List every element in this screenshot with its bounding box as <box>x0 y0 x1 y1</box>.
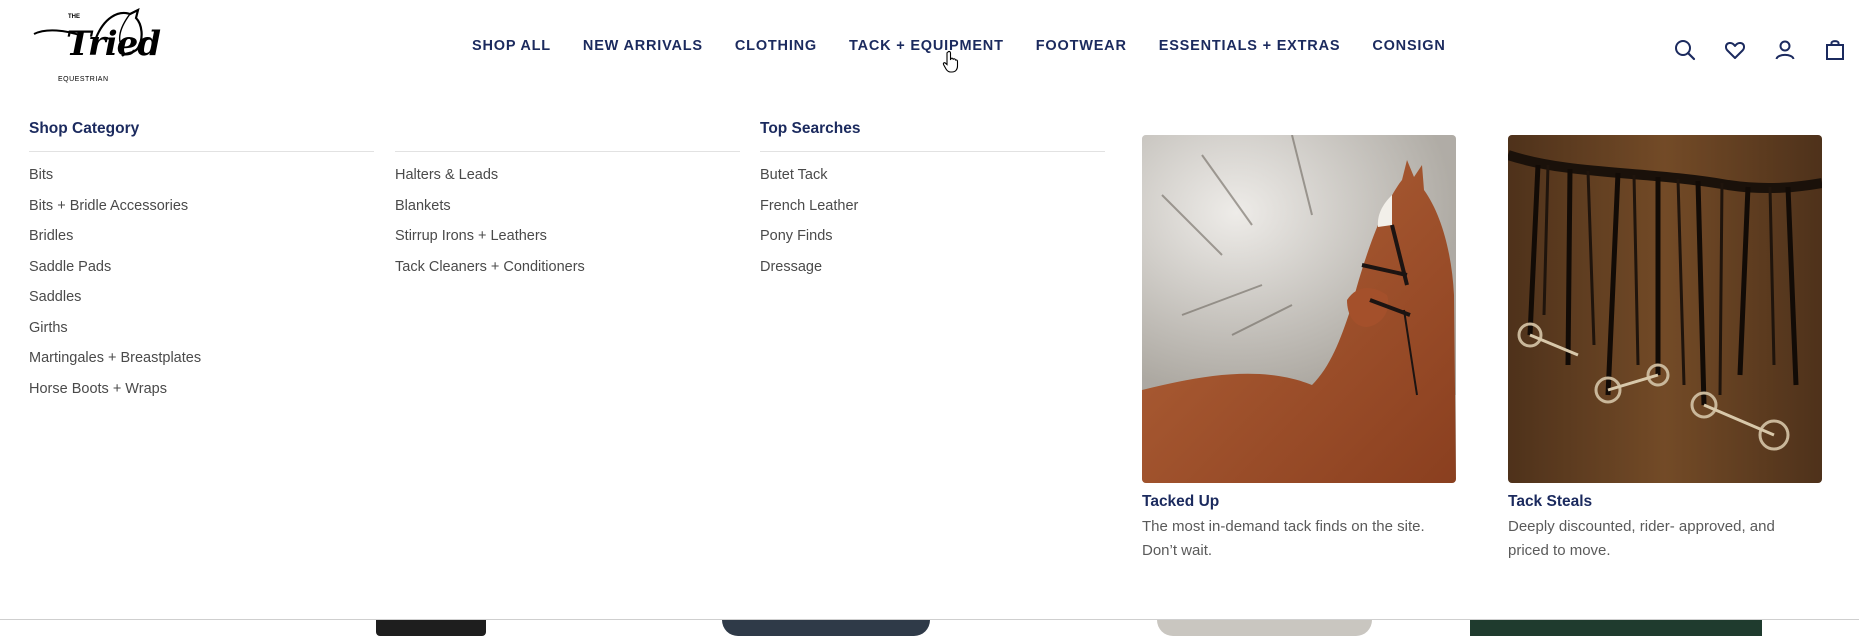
header-icons <box>1659 38 1859 62</box>
promo-card-tack-steals[interactable]: Tack Steals Deeply discounted, rider- ap… <box>1508 135 1822 563</box>
link-bridles[interactable]: Bridles <box>29 226 201 257</box>
link-halters-leads[interactable]: Halters & Leads <box>395 165 585 196</box>
top-searches-list: Butet Tack French Leather Pony Finds Dre… <box>760 165 858 287</box>
link-pony-finds[interactable]: Pony Finds <box>760 226 858 257</box>
product-image-peek <box>376 620 486 636</box>
promo-card-tacked-up[interactable]: Tacked Up The most in-demand tack finds … <box>1142 135 1456 563</box>
link-saddles[interactable]: Saddles <box>29 287 201 318</box>
account-icon[interactable] <box>1773 38 1797 62</box>
link-french-leather[interactable]: French Leather <box>760 196 858 227</box>
nav-clothing[interactable]: CLOTHING <box>735 38 817 54</box>
shop-category-divider-2 <box>395 151 740 152</box>
nav-tack-equipment[interactable]: TACK + EQUIPMENT <box>849 38 1004 54</box>
top-searches-divider <box>760 151 1105 152</box>
logo-wordmark: Tried <box>66 24 161 64</box>
link-blankets[interactable]: Blankets <box>395 196 585 227</box>
link-butet-tack[interactable]: Butet Tack <box>760 165 858 196</box>
hand-cursor-icon <box>942 50 959 73</box>
search-icon[interactable] <box>1673 38 1697 62</box>
nav-shop-all[interactable]: SHOP ALL <box>472 38 551 54</box>
product-image-peek <box>722 620 930 636</box>
top-searches-heading: Top Searches <box>760 120 861 137</box>
shop-category-heading: Shop Category <box>29 120 140 137</box>
shop-category-divider <box>29 151 374 152</box>
promo-desc-line: Deeply discounted, rider- approved, and <box>1508 518 1775 535</box>
horse-photo[interactable] <box>1142 135 1456 483</box>
heart-icon[interactable] <box>1723 38 1747 62</box>
nav-footwear[interactable]: FOOTWEAR <box>1036 38 1127 54</box>
link-stirrup-irons-leathers[interactable]: Stirrup Irons + Leathers <box>395 226 585 257</box>
link-tack-cleaners-conditioners[interactable]: Tack Cleaners + Conditioners <box>395 257 585 288</box>
bag-icon[interactable] <box>1823 38 1847 62</box>
link-bits-bridle-accessories[interactable]: Bits + Bridle Accessories <box>29 196 201 227</box>
nav-new-arrivals[interactable]: NEW ARRIVALS <box>583 38 703 54</box>
link-horse-boots-wraps[interactable]: Horse Boots + Wraps <box>29 379 201 410</box>
promo-title[interactable]: Tacked Up <box>1142 493 1456 511</box>
nav-consign[interactable]: CONSIGN <box>1372 38 1445 54</box>
bridles-photo[interactable] <box>1508 135 1822 483</box>
site-logo[interactable]: THE Tried EQUESTRIAN <box>26 8 161 88</box>
logo-the-text: THE <box>68 14 80 20</box>
promo-description: The most in-demand tack finds on the sit… <box>1142 515 1456 563</box>
promo-desc-line: The most in-demand tack finds on the sit… <box>1142 518 1425 535</box>
link-saddle-pads[interactable]: Saddle Pads <box>29 257 201 288</box>
shop-category-list-1: Bits Bits + Bridle Accessories Bridles S… <box>29 165 201 409</box>
main-nav: SHOP ALL NEW ARRIVALS CLOTHING TACK + EQ… <box>472 38 1478 54</box>
link-dressage[interactable]: Dressage <box>760 257 858 288</box>
promo-title[interactable]: Tack Steals <box>1508 493 1822 511</box>
shop-category-list-2: Halters & Leads Blankets Stirrup Irons +… <box>395 165 585 287</box>
promo-desc-line: Don’t wait. <box>1142 542 1213 559</box>
link-bits[interactable]: Bits <box>29 165 201 196</box>
promo-desc-line: priced to move. <box>1508 542 1611 559</box>
product-image-peek <box>1470 620 1762 636</box>
nav-essentials-extras[interactable]: ESSENTIALS + EXTRAS <box>1159 38 1341 54</box>
link-girths[interactable]: Girths <box>29 318 201 349</box>
logo-subtitle: EQUESTRIAN <box>58 76 109 83</box>
site-header: THE Tried EQUESTRIAN SHOP ALL NEW ARRIVA… <box>0 0 1859 96</box>
promo-description: Deeply discounted, rider- approved, and … <box>1508 515 1822 563</box>
product-image-peek <box>1157 620 1372 636</box>
link-martingales-breastplates[interactable]: Martingales + Breastplates <box>29 348 201 379</box>
